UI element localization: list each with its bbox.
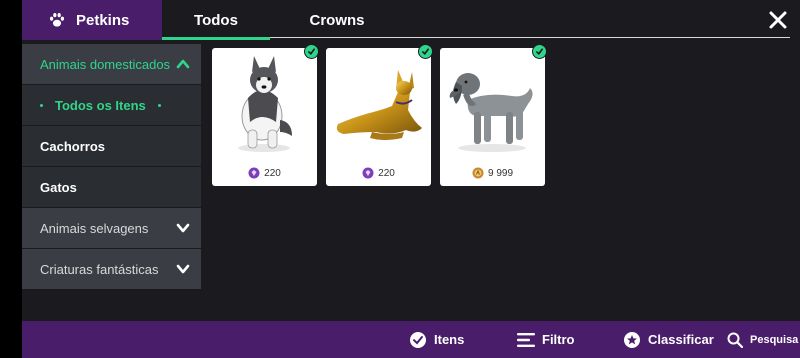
filtro-button[interactable]: Filtro	[517, 321, 575, 358]
close-icon	[769, 11, 787, 29]
item-price: 9 999	[440, 164, 545, 182]
pesquisa-label: Pesquisa	[750, 333, 799, 346]
bullet-icon	[40, 103, 43, 107]
classificar-label: Classificar	[648, 332, 714, 347]
sidebar-item-label: Cachorros	[40, 138, 106, 154]
itens-button[interactable]: Itens	[409, 321, 464, 358]
item-price: 220	[326, 164, 431, 182]
owned-badge	[304, 44, 319, 59]
bullet-icon	[157, 103, 161, 107]
close-button[interactable]	[766, 8, 790, 32]
sidebar-item-cachorros[interactable]: Cachorros	[22, 126, 201, 166]
paw-icon	[49, 12, 65, 27]
item-price-value: 220	[378, 167, 395, 179]
husky-puppy-image	[238, 56, 292, 152]
sidebar-category-label: Animais domesticados	[40, 56, 171, 72]
tab-crowns[interactable]: Crowns	[284, 0, 390, 40]
bottom-toolbar: Itens Filtro Classificar Pesquisa	[22, 321, 800, 358]
tab-divider	[270, 37, 790, 38]
owned-badge	[418, 44, 433, 59]
item-price-value: 220	[264, 167, 281, 179]
checkmark-icon	[535, 48, 544, 55]
sidebar-item-label: Gatos	[40, 179, 77, 195]
sidebar-category-label: Animais selvagens	[40, 220, 149, 236]
tab-todos[interactable]: Todos	[162, 0, 270, 40]
pesquisa-button[interactable]: Pesquisa	[727, 321, 798, 358]
itens-label: Itens	[434, 332, 465, 347]
top-bar: Petkins Todos Crowns	[22, 0, 800, 40]
item-card-husky-puppy[interactable]: 220	[212, 44, 319, 186]
chevron-up-icon	[176, 59, 190, 69]
sidebar-category-animais-domesticados[interactable]: Animais domesticados	[22, 44, 201, 84]
owned-badge	[532, 44, 547, 59]
item-card-setter-dog[interactable]: 9 999	[440, 44, 547, 186]
gem-icon	[248, 167, 260, 179]
checkmark-icon	[307, 48, 316, 55]
gem-icon	[362, 167, 374, 179]
search-icon	[727, 332, 743, 348]
sidebar-category-criaturas-fantasticas[interactable]: Criaturas fantásticas	[22, 249, 201, 289]
checkmark-icon	[421, 48, 430, 55]
sidebar-category-label: Criaturas fantásticas	[40, 261, 159, 277]
sidebar-item-gatos[interactable]: Gatos	[22, 167, 201, 207]
sidebar-item-label: Todos os Itens	[55, 97, 146, 113]
chevron-down-icon	[176, 223, 190, 233]
item-card-golden-cat[interactable]: 220	[326, 44, 433, 186]
chevron-down-icon	[176, 264, 190, 274]
star-badge-icon	[624, 331, 640, 348]
setter-dog-image	[449, 73, 533, 152]
store-window: Petkins Todos Crowns Animais domesticado…	[22, 0, 800, 358]
brand-header: Petkins	[22, 0, 162, 40]
golden-cat-image	[336, 70, 422, 140]
item-price: 220	[212, 164, 317, 182]
item-price-value: 9 999	[487, 167, 514, 179]
check-circle-icon	[410, 331, 426, 348]
sidebar-item-todos-os-itens[interactable]: Todos os Itens	[22, 85, 201, 125]
brand-title: Petkins	[76, 11, 130, 29]
category-sidebar: Animais domesticados Todos os Itens Cach…	[22, 44, 201, 290]
filtro-label: Filtro	[542, 332, 575, 347]
coin-icon	[472, 167, 484, 179]
sidebar-category-animais-selvagens[interactable]: Animais selvagens	[22, 208, 201, 248]
classificar-button[interactable]: Classificar	[623, 321, 714, 358]
item-grid: 220 220 9 999	[212, 44, 547, 186]
filter-icon	[517, 332, 535, 347]
